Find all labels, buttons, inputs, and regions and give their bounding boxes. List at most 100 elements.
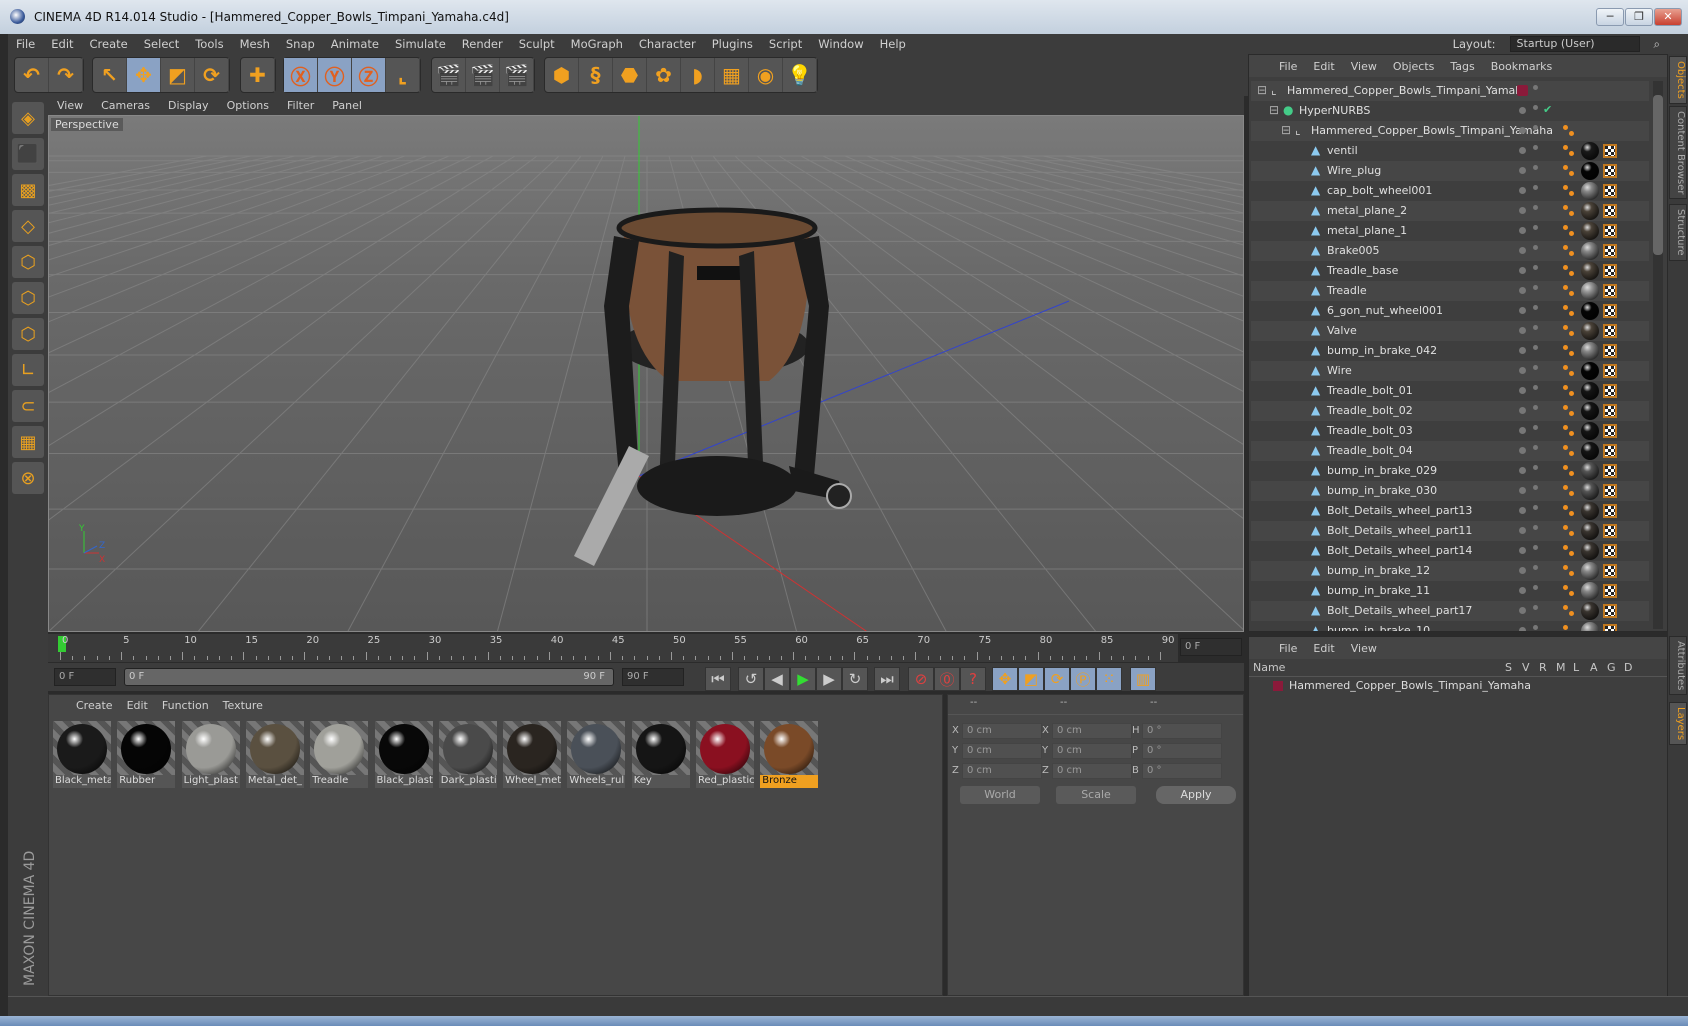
go-to-start-icon[interactable]: ⏮	[705, 667, 731, 691]
material-swatch[interactable]: Treadle	[310, 721, 369, 788]
material-tag-icon[interactable]	[1581, 462, 1599, 480]
object-row[interactable]: ⊟ ● HyperNURBS ✔	[1251, 101, 1649, 121]
object-row[interactable]: ▲ bump_in_brake_10	[1251, 621, 1649, 631]
material-tag-icon[interactable]	[1581, 442, 1599, 460]
position-x-field[interactable]: 0 cm	[962, 723, 1042, 739]
object-row[interactable]: ▲ Treadle_bolt_03	[1251, 421, 1649, 441]
render-visibility-dot[interactable]	[1533, 325, 1538, 330]
object-row[interactable]: ▲ Bolt_Details_wheel_part13	[1251, 501, 1649, 521]
key-rotation-icon[interactable]: ⟳	[1044, 667, 1070, 691]
editor-visibility-dot[interactable]	[1519, 307, 1526, 314]
menu-animate[interactable]: Animate	[323, 37, 387, 51]
menu-file[interactable]: File	[8, 37, 43, 51]
material-swatch[interactable]: Black_plast	[374, 721, 433, 788]
material-swatch[interactable]: Red_plastic	[696, 721, 754, 788]
points-mode-icon[interactable]: ⬡	[12, 246, 44, 278]
spline-icon[interactable]: §	[579, 58, 613, 92]
object-row[interactable]: ▲ bump_in_brake_11	[1251, 581, 1649, 601]
uvw-tag-icon[interactable]	[1603, 584, 1617, 598]
viewport-menu-view[interactable]: View	[48, 99, 92, 112]
phong-tag-icon[interactable]	[1563, 345, 1575, 357]
keyframe-help-icon[interactable]: ?	[960, 667, 986, 691]
record-icon[interactable]: ⊘	[908, 667, 934, 691]
menu-edit[interactable]: Edit	[43, 37, 81, 51]
render-visibility-dot[interactable]	[1533, 205, 1538, 210]
material-swatch[interactable]: Wheel_met	[503, 721, 562, 788]
viewport-menu-cameras[interactable]: Cameras	[92, 99, 159, 112]
render-visibility-dot[interactable]	[1533, 185, 1538, 190]
render-visibility-dot[interactable]	[1533, 605, 1538, 610]
material-tag-icon[interactable]	[1581, 562, 1599, 580]
phong-tag-icon[interactable]	[1563, 385, 1575, 397]
object-row[interactable]: ⊟ ⌞ Hammered_Copper_Bowls_Timpani_Yamaha	[1251, 81, 1649, 101]
material-menu-edit[interactable]: Edit	[120, 699, 155, 712]
position-z-field[interactable]: 0 cm	[962, 763, 1042, 779]
material-tag-icon[interactable]	[1581, 582, 1599, 600]
uvw-tag-icon[interactable]	[1603, 484, 1617, 498]
material-tag-icon[interactable]	[1581, 522, 1599, 540]
material-tag-icon[interactable]	[1581, 322, 1599, 340]
material-swatch[interactable]: Metal_det_	[245, 721, 304, 788]
phong-tag-icon[interactable]	[1563, 225, 1575, 237]
step-back-icon[interactable]: ◀	[764, 667, 790, 691]
layer-column-r[interactable]: R	[1539, 661, 1547, 674]
object-row[interactable]: ▲ Bolt_Details_wheel_part11	[1251, 521, 1649, 541]
phong-tag-icon[interactable]	[1563, 425, 1575, 437]
menu-simulate[interactable]: Simulate	[387, 37, 454, 51]
material-tag-icon[interactable]	[1581, 142, 1599, 160]
transform-mode-dropdown[interactable]: Scale	[1056, 786, 1136, 804]
deformer-icon[interactable]: ◗	[681, 58, 715, 92]
scrollbar-thumb[interactable]	[1653, 95, 1663, 255]
tab-content-browser[interactable]: Content Browser	[1669, 106, 1687, 200]
editor-visibility-dot[interactable]	[1519, 567, 1526, 574]
material-tag-icon[interactable]	[1581, 382, 1599, 400]
layer-color-tag[interactable]	[1517, 85, 1528, 96]
editor-visibility-dot[interactable]	[1519, 187, 1526, 194]
phong-tag-icon[interactable]	[1563, 545, 1575, 557]
size-z-field[interactable]: 0 cm	[1052, 763, 1132, 779]
uvw-tag-icon[interactable]	[1603, 344, 1617, 358]
current-frame-field[interactable]: 0 F	[54, 668, 116, 686]
add-icon[interactable]: ✚	[241, 58, 275, 92]
render-visibility-dot[interactable]	[1533, 265, 1538, 270]
timpani-model[interactable]	[574, 207, 852, 566]
expand-toggle-icon[interactable]: ⊟	[1269, 103, 1279, 117]
object-row[interactable]: ▲ bump_in_brake_030	[1251, 481, 1649, 501]
phong-tag-icon[interactable]	[1563, 165, 1575, 177]
frame-range-slider[interactable]: 0 F 90 F	[124, 668, 614, 686]
material-swatch[interactable]: Key	[631, 721, 690, 788]
render-visibility-dot[interactable]	[1533, 625, 1538, 630]
rotation-h-field[interactable]: 0 °	[1142, 723, 1222, 739]
object-row[interactable]: ▲ metal_plane_2	[1251, 201, 1649, 221]
object-menu-view[interactable]: View	[1343, 60, 1385, 73]
material-tag-icon[interactable]	[1581, 222, 1599, 240]
object-row[interactable]: ▲ Wire	[1251, 361, 1649, 381]
menu-render[interactable]: Render	[454, 37, 511, 51]
uvw-tag-icon[interactable]	[1603, 384, 1617, 398]
object-row[interactable]: ⊟ ⌞ Hammered_Copper_Bowls_Timpani_Yamaha	[1251, 121, 1649, 141]
editor-visibility-dot[interactable]	[1519, 267, 1526, 274]
editor-visibility-dot[interactable]	[1519, 107, 1526, 114]
position-y-field[interactable]: 0 cm	[962, 743, 1042, 759]
editor-visibility-dot[interactable]	[1519, 607, 1526, 614]
phong-tag-icon[interactable]	[1563, 605, 1575, 617]
y-axis-icon[interactable]: Ⓨ	[318, 58, 352, 92]
render-visibility-dot[interactable]	[1533, 125, 1538, 130]
preview-frame-field[interactable]: 0 F	[1180, 638, 1242, 656]
render-visibility-dot[interactable]	[1533, 145, 1538, 150]
editor-visibility-dot[interactable]	[1519, 347, 1526, 354]
viewport-menu-display[interactable]: Display	[159, 99, 218, 112]
render-visibility-dot[interactable]	[1533, 365, 1538, 370]
object-row[interactable]: ▲ Wire_plug	[1251, 161, 1649, 181]
editor-visibility-dot[interactable]	[1519, 207, 1526, 214]
render-visibility-dot[interactable]	[1533, 405, 1538, 410]
uvw-tag-icon[interactable]	[1603, 544, 1617, 558]
object-row[interactable]: ▲ Treadle	[1251, 281, 1649, 301]
menu-select[interactable]: Select	[136, 37, 187, 51]
undo-icon[interactable]: ↶	[15, 58, 49, 92]
editor-visibility-dot[interactable]	[1519, 247, 1526, 254]
uvw-tag-icon[interactable]	[1603, 304, 1617, 318]
menu-help[interactable]: Help	[872, 37, 914, 51]
object-row[interactable]: ▲ bump_in_brake_029	[1251, 461, 1649, 481]
render-picture-viewer-icon[interactable]: 🎬	[466, 58, 500, 92]
